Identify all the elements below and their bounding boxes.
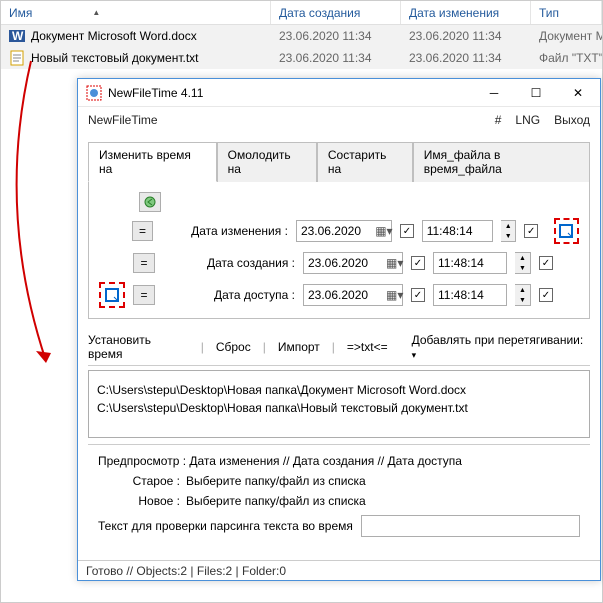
date-modified-input[interactable]: 23.06.2020▦▾	[296, 220, 392, 242]
file-list-header: Имя▲ Дата создания Дата изменения Тип	[1, 1, 602, 25]
file-row[interactable]: W Документ Microsoft Word.docx 23.06.202…	[1, 25, 602, 47]
col-type[interactable]: Тип	[531, 1, 602, 24]
file-type: Файл "TXT"	[531, 51, 602, 65]
old-label: Старое :	[98, 474, 180, 488]
file-paths-list[interactable]: C:\Users\stepu\Desktop\Новая папка\Докум…	[88, 370, 590, 438]
tab-content: = Дата изменения : 23.06.2020▦▾ ✓ 11:48:…	[88, 182, 590, 319]
parse-label: Текст для проверки парсинга текста во вр…	[98, 519, 353, 533]
chk-created-time[interactable]: ✓	[539, 256, 553, 270]
eq-button-accessed[interactable]: =	[133, 285, 155, 305]
file-type: Документ Micros	[531, 29, 602, 43]
globe-back-button[interactable]	[139, 192, 161, 212]
col-created[interactable]: Дата создания	[271, 1, 401, 24]
label-created: Дата создания :	[185, 256, 295, 270]
menubar: NewFileTime # LNG Выход	[78, 107, 600, 133]
calendar-icon: ▦▾	[386, 256, 398, 270]
path-entry[interactable]: C:\Users\stepu\Desktop\Новая папка\Докум…	[97, 381, 581, 399]
col-modified[interactable]: Дата изменения	[401, 1, 531, 24]
time-accessed-input[interactable]: 11:48:14	[433, 284, 507, 306]
chk-accessed-time[interactable]: ✓	[539, 288, 553, 302]
new-value: Выберите папку/файл из списка	[186, 494, 366, 508]
old-value: Выберите папку/файл из списка	[186, 474, 366, 488]
time-modified-spinner[interactable]: ▲▼	[501, 220, 516, 242]
chk-modified-date[interactable]: ✓	[400, 224, 414, 238]
label-accessed: Дата доступа :	[185, 288, 295, 302]
pick-icon[interactable]	[99, 282, 125, 308]
tab-older[interactable]: Состарить на	[317, 142, 413, 182]
time-accessed-spinner[interactable]: ▲▼	[515, 284, 531, 306]
calendar-icon: ▦▾	[386, 288, 398, 302]
path-entry[interactable]: C:\Users\stepu\Desktop\Новая папка\Новый…	[97, 399, 581, 417]
tab-filename-to-time[interactable]: Имя_файла в время_файла	[413, 142, 590, 182]
tab-younger[interactable]: Омолодить на	[217, 142, 317, 182]
chk-accessed-date[interactable]: ✓	[411, 288, 425, 302]
menu-exit[interactable]: Выход	[554, 113, 590, 127]
time-created-input[interactable]: 11:48:14	[433, 252, 507, 274]
parse-input[interactable]	[361, 515, 580, 537]
titlebar[interactable]: NewFileTime 4.11 ─ ☐ ✕	[78, 79, 600, 107]
time-created-spinner[interactable]: ▲▼	[515, 252, 531, 274]
close-button[interactable]: ✕	[560, 80, 596, 106]
pick-icon[interactable]	[554, 218, 579, 244]
tabs: Изменить время на Омолодить на Состарить…	[88, 141, 590, 182]
sort-arrow-icon: ▲	[92, 8, 100, 17]
chk-created-date[interactable]: ✓	[411, 256, 425, 270]
file-created: 23.06.2020 11:34	[271, 29, 401, 43]
date-accessed-input[interactable]: 23.06.2020▦▾	[303, 284, 403, 306]
import-button[interactable]: Импорт	[278, 340, 320, 354]
tab-change-time[interactable]: Изменить время на	[88, 142, 217, 182]
time-modified-input[interactable]: 11:48:14	[422, 220, 493, 242]
window-title: NewFileTime 4.11	[108, 86, 470, 100]
statusbar: Готово // Objects:2 | Files:2 | Folder:0	[78, 560, 600, 580]
app-icon	[86, 85, 102, 101]
word-doc-icon: W	[9, 28, 25, 44]
label-modified: Дата изменения :	[183, 224, 288, 238]
text-doc-icon	[9, 50, 25, 66]
file-name: Новый текстовый документ.txt	[31, 51, 199, 65]
file-row[interactable]: Новый текстовый документ.txt 23.06.2020 …	[1, 47, 602, 69]
file-modified: 23.06.2020 11:34	[401, 51, 531, 65]
reset-button[interactable]: Сброс	[216, 340, 251, 354]
maximize-button[interactable]: ☐	[518, 80, 554, 106]
chk-modified-time[interactable]: ✓	[524, 224, 538, 238]
eq-button-modified[interactable]: =	[132, 221, 153, 241]
file-modified: 23.06.2020 11:34	[401, 29, 531, 43]
toolbar: Установить время | Сброс | Импорт | =>tx…	[88, 327, 590, 366]
menu-app[interactable]: NewFileTime	[88, 113, 158, 127]
new-label: Новое :	[98, 494, 180, 508]
date-created-input[interactable]: 23.06.2020▦▾	[303, 252, 403, 274]
file-name: Документ Microsoft Word.docx	[31, 29, 197, 43]
menu-hash[interactable]: #	[495, 113, 502, 127]
calendar-icon: ▦▾	[375, 224, 387, 238]
col-name[interactable]: Имя▲	[1, 1, 271, 24]
svg-text:W: W	[12, 29, 24, 43]
eq-button-created[interactable]: =	[133, 253, 155, 273]
file-created: 23.06.2020 11:34	[271, 51, 401, 65]
drag-add-dropdown[interactable]: Добавлять при перетягивании:	[412, 333, 590, 361]
menu-lng[interactable]: LNG	[515, 113, 540, 127]
preview-panel: Предпросмотр : Дата изменения // Дата со…	[88, 444, 590, 539]
txt-button[interactable]: =>txt<=	[347, 340, 388, 354]
set-time-button[interactable]: Установить время	[88, 333, 189, 361]
newfiletime-window: NewFileTime 4.11 ─ ☐ ✕ NewFileTime # LNG…	[77, 78, 601, 581]
minimize-button[interactable]: ─	[476, 80, 512, 106]
preview-header: Предпросмотр : Дата изменения // Дата со…	[98, 454, 462, 468]
status-text: Готово // Objects:2 | Files:2 | Folder:0	[86, 564, 286, 578]
